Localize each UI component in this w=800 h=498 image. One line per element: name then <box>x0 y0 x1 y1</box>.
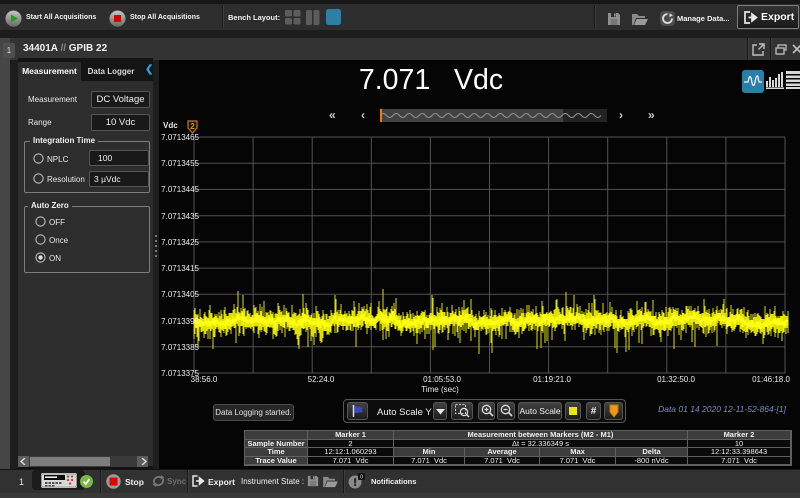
svg-text:0: 0 <box>360 475 363 481</box>
svg-text:2: 2 <box>190 122 195 131</box>
